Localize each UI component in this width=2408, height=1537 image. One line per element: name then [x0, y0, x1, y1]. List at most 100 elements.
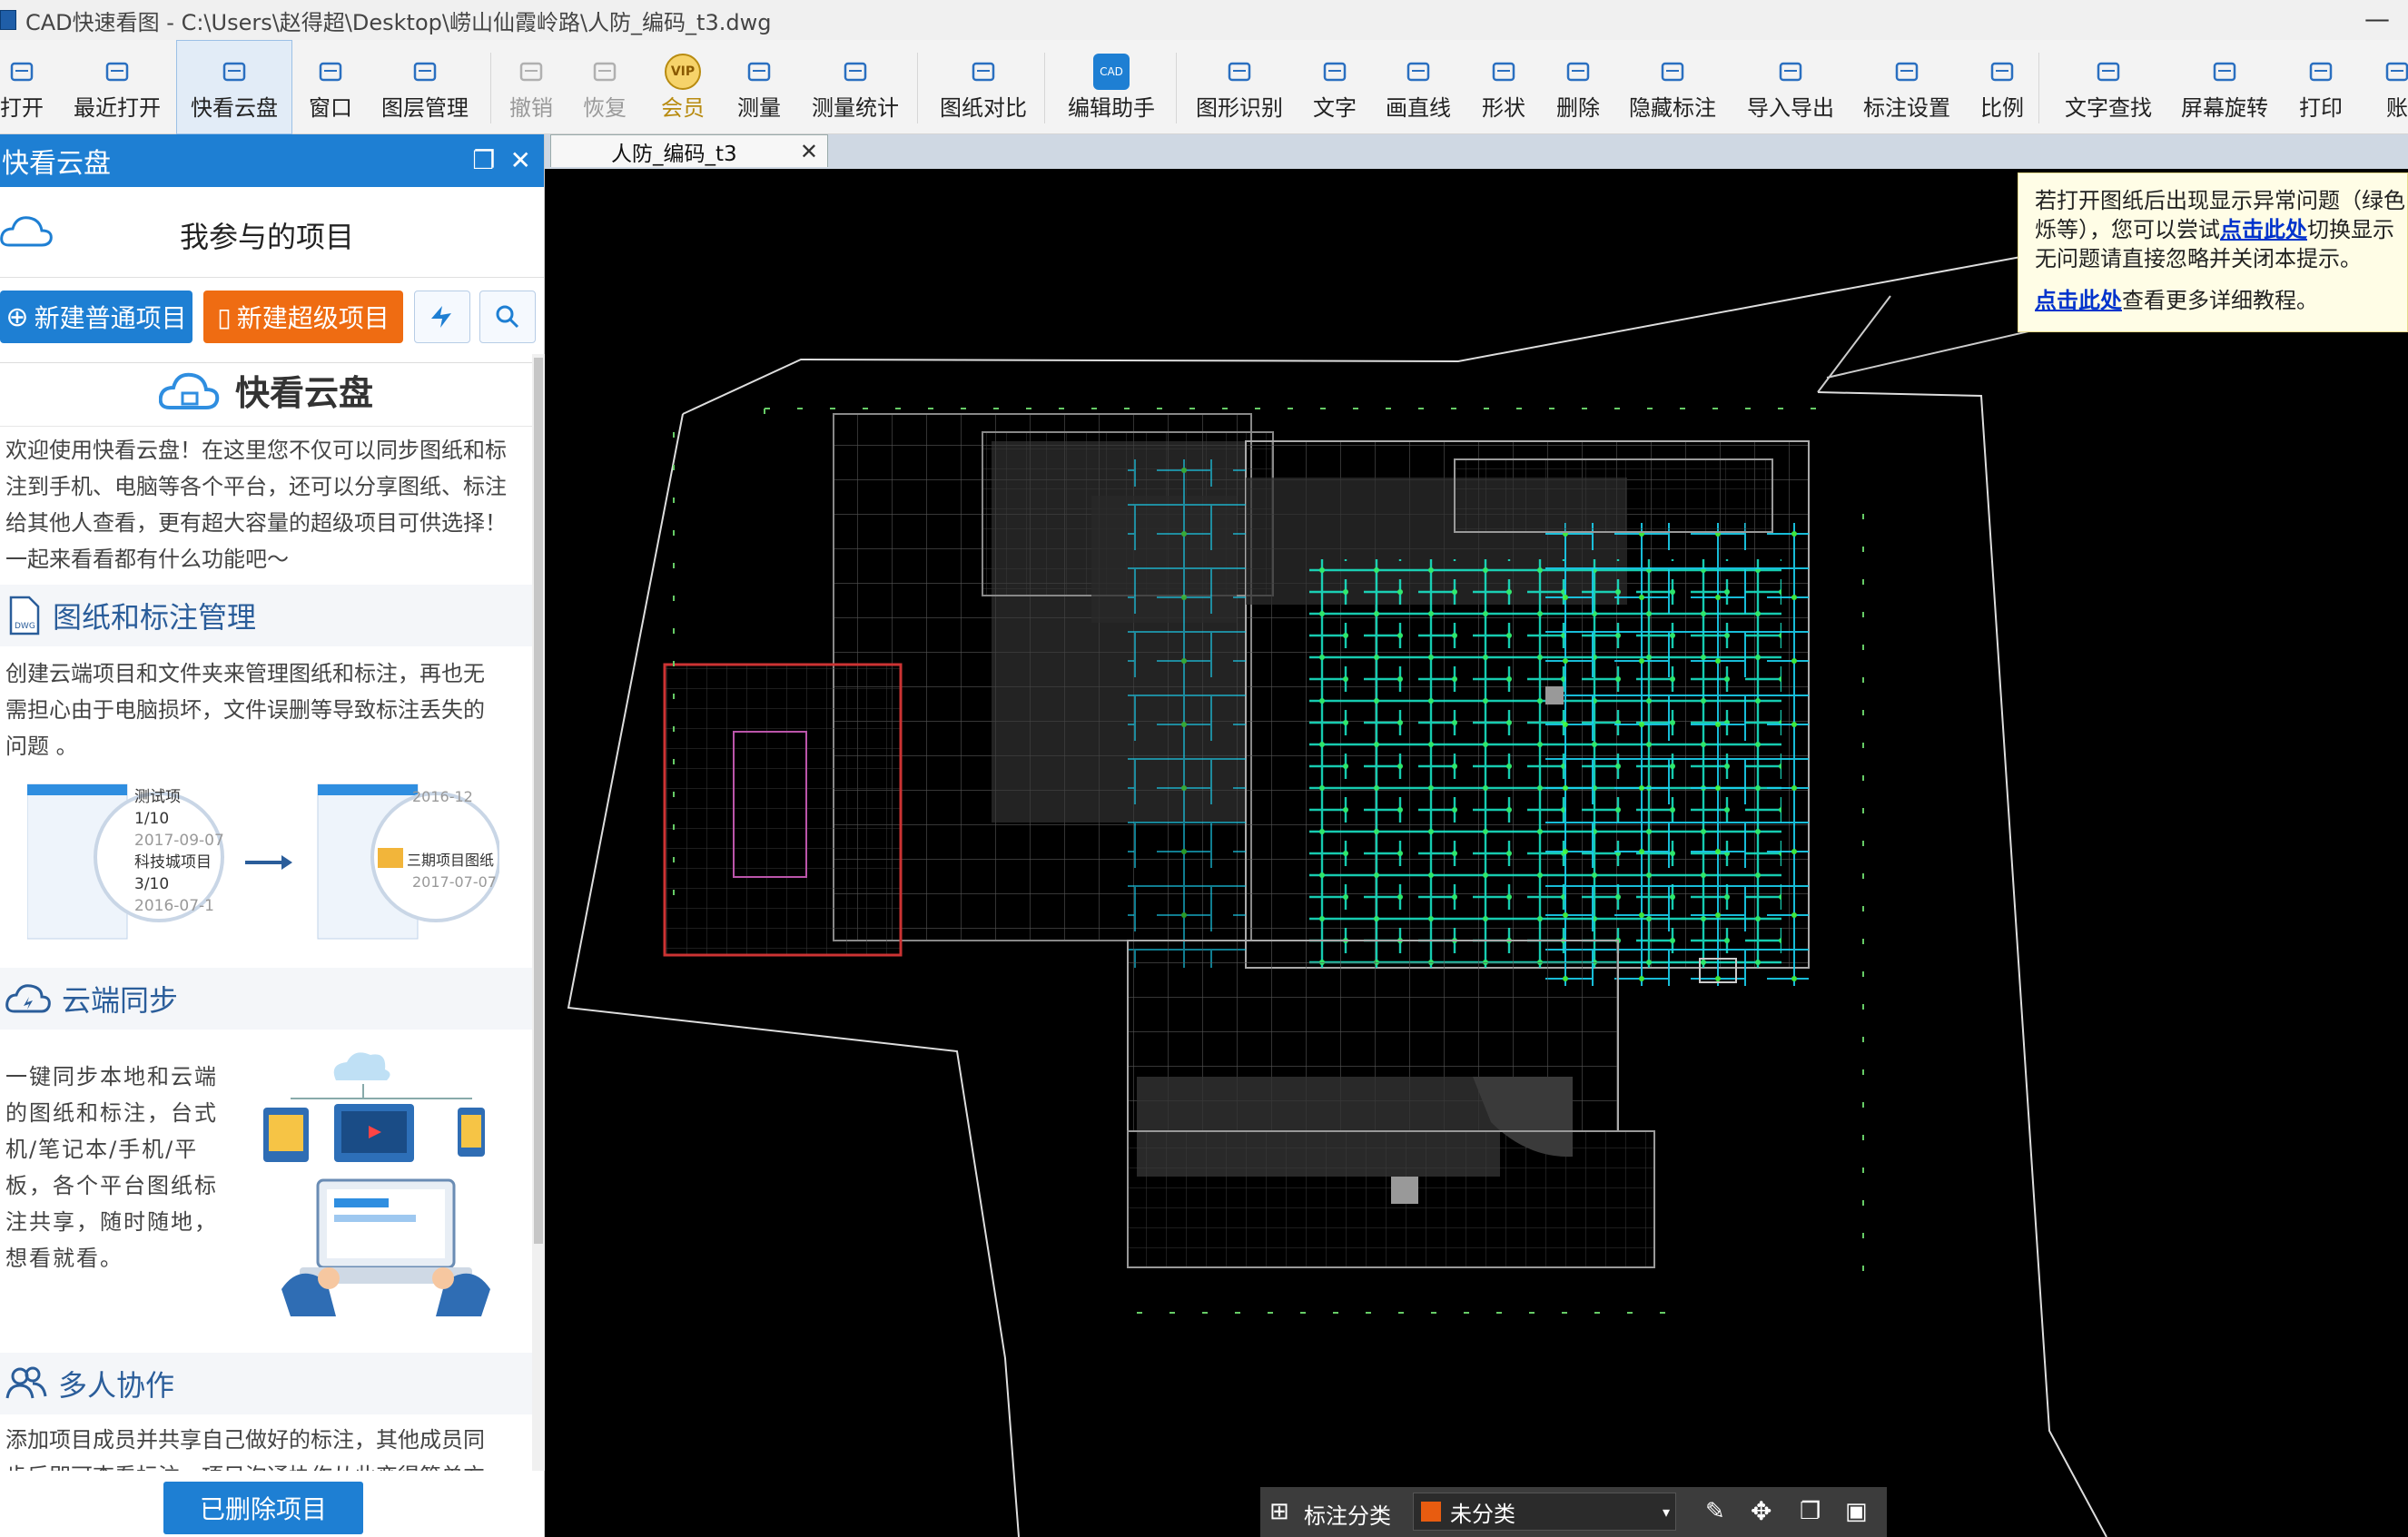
- sync-icon: [431, 306, 451, 328]
- svg-text:DWG: DWG: [15, 622, 35, 631]
- section-text: 创建云端项目和文件夹来管理图纸和标注，再也无 需担心由于电脑损坏，文件误删等导致…: [5, 655, 485, 764]
- close-icon[interactable]: ✕: [510, 145, 531, 175]
- toolbar-item-label: 快看云盘: [191, 95, 278, 121]
- project-management-illustration: 测试项 1/10 2017-09-07 科技城项目 3/10 2016-07-1…: [26, 781, 501, 944]
- projects-heading: 我参与的项目: [180, 220, 355, 254]
- redo-icon: [587, 54, 623, 89]
- toolbar-item-14[interactable]: 画直线: [1377, 40, 1459, 134]
- grid-view-icon[interactable]: ⊞: [1269, 1498, 1289, 1525]
- toolbar-item-8[interactable]: 测量: [732, 40, 786, 134]
- tab-close-icon[interactable]: ✕: [800, 139, 818, 164]
- device-sync-illustration: [263, 1052, 490, 1316]
- account-icon: [2379, 54, 2408, 89]
- toolbar-item-21[interactable]: 文字查找: [2054, 40, 2163, 134]
- section-text: 添加项目成员并共享自己做好的标注，其他成员同 步后即可查看标注，项目沟通协作从此…: [5, 1422, 485, 1471]
- toolbar-item-label: 会员: [661, 95, 705, 121]
- toolbar-item-2[interactable]: 快看云盘: [176, 40, 292, 134]
- ruler-icon: [741, 54, 777, 89]
- intro-line: 欢迎使用快看云盘！在这里您不仅可以同步图纸和标: [5, 438, 507, 463]
- drawing-canvas[interactable]: [547, 169, 2408, 1537]
- deleted-projects-button[interactable]: 已删除项目: [163, 1482, 363, 1534]
- panel-title: 快看云盘: [2, 148, 111, 180]
- intro-text: 欢迎使用快看云盘！在这里您不仅可以同步图纸和标 注到手机、电脑等各个平台，还可以…: [5, 432, 507, 577]
- scrollbar-thumb[interactable]: [534, 358, 543, 1244]
- restore-icon[interactable]: ❐: [472, 145, 495, 175]
- document-tab[interactable]: 人防_编码_t3 ✕: [550, 134, 828, 167]
- toolbar-item-9[interactable]: 测量统计: [801, 40, 910, 134]
- toolbar-item-18[interactable]: 导入导出: [1736, 40, 1845, 134]
- illus-text: 1/10: [134, 810, 170, 828]
- toolbar-item-17[interactable]: 隐藏标注: [1618, 40, 1727, 134]
- toolbar-item-23[interactable]: 打印: [2294, 40, 2348, 134]
- section-title: 图纸和标注管理: [53, 600, 257, 635]
- title-bar: CAD快速看图 - C:\Users\赵得超\Desktop\崂山仙霞岭路\人防…: [0, 0, 2408, 40]
- section-line: 机/笔记本/手机/平: [5, 1137, 199, 1162]
- notice-line: 无问题请直接忽略并关闭本提示。: [2035, 246, 2362, 271]
- toolbar-item-15[interactable]: 形状: [1476, 40, 1531, 134]
- paste-icon[interactable]: ▣: [1845, 1498, 1868, 1525]
- section-title: 云端同步: [62, 983, 179, 1018]
- section-line: 需担心由于电脑损坏，文件误删等导致标注丢失的: [5, 697, 485, 723]
- window-title: CAD快速看图 - C:\Users\赵得超\Desktop\崂山仙霞岭路\人防…: [25, 9, 772, 35]
- chevron-down-icon: ▾: [1662, 1503, 1670, 1521]
- panel-scrollbar[interactable]: [532, 354, 545, 1471]
- toolbar-item-1[interactable]: 最近打开: [63, 40, 172, 134]
- edit-icon[interactable]: ✎: [1705, 1498, 1725, 1525]
- toolbar-item-label: 编辑助手: [1068, 95, 1155, 121]
- new-normal-project-button[interactable]: ⊕ 新建普通项目: [0, 291, 192, 343]
- move-icon[interactable]: ✥: [1751, 1496, 1771, 1526]
- minimize-button[interactable]: —: [2364, 4, 2390, 34]
- toolbar-separator: [1176, 53, 1177, 123]
- toolbar-item-label: 导入导出: [1747, 95, 1834, 121]
- toolbar-item-5[interactable]: 撤销: [504, 40, 558, 134]
- switch-display-link[interactable]: 点击此处: [2220, 217, 2307, 242]
- toolbar-item-20[interactable]: 比例: [1975, 40, 2029, 134]
- cloud-intro-title-text: 快看云盘: [234, 373, 373, 413]
- cloud-sync-icon: [5, 984, 51, 1013]
- toolbar-item-label: 比例: [1980, 95, 2024, 121]
- window-icon: [312, 54, 349, 89]
- toolbar-item-7[interactable]: VIP 会员: [656, 40, 710, 134]
- toolbar-item-label: 打开: [0, 95, 44, 121]
- toolbar-item-4[interactable]: 图层管理: [370, 40, 479, 134]
- new-super-project-button[interactable]: ▯ 新建超级项目: [203, 291, 403, 343]
- copy-icon[interactable]: ❐: [1800, 1498, 1821, 1525]
- intro-line: 给其他人查看，更有超大容量的超级项目可供选择！: [5, 510, 507, 536]
- annotation-status-bar: ⊞ 标注分类 未分类 ▾ ✎ ✥ ❐ ▣: [1260, 1487, 1887, 1537]
- toolbar-item-3[interactable]: 窗口: [303, 40, 358, 134]
- new-normal-label: 新建普通项目: [34, 303, 187, 333]
- toolbar-item-label: 隐藏标注: [1629, 95, 1716, 121]
- cloud-icon: [158, 372, 220, 409]
- illus-text: 2016-12: [412, 788, 473, 805]
- annotation-category-label: 标注分类: [1304, 1503, 1391, 1529]
- plus-circle-icon: ⊕: [5, 301, 29, 333]
- section-line: 步后即可查看标注，项目沟通协作从此变得简单方: [5, 1458, 485, 1471]
- toolbar-item-12[interactable]: 图形识别: [1185, 40, 1294, 134]
- search-button[interactable]: [479, 291, 536, 343]
- hide-eye-icon: [1654, 54, 1691, 89]
- eraser-icon: [1560, 54, 1596, 89]
- layers-icon: [407, 54, 443, 89]
- toolbar-item-24[interactable]: 账: [2383, 40, 2408, 134]
- display-issue-notice: 若打开图纸后出现显示异常问题（绿色 烁等），您可以尝试点击此处切换显示 无问题请…: [2018, 172, 2408, 332]
- tutorial-link[interactable]: 点击此处: [2035, 288, 2122, 313]
- toolbar-item-6[interactable]: 恢复: [577, 40, 632, 134]
- toolbar-separator: [1044, 53, 1045, 123]
- toolbar-item-16[interactable]: 删除: [1551, 40, 1605, 134]
- toolbar-item-11[interactable]: CAD 编辑助手: [1057, 40, 1166, 134]
- sync-button[interactable]: [414, 291, 470, 343]
- toolbar-item-10[interactable]: 图纸对比: [929, 40, 1038, 134]
- toolbar-item-19[interactable]: 标注设置: [1852, 40, 1961, 134]
- toolbar-item-22[interactable]: 屏幕旋转: [2170, 40, 2279, 134]
- cad-drawing[interactable]: [547, 169, 2408, 1537]
- toolbar-item-label: 图纸对比: [940, 95, 1027, 121]
- project-buttons: ⊕ 新建普通项目 ▯ 新建超级项目: [0, 278, 544, 363]
- toolbar-item-0[interactable]: 打开: [0, 40, 49, 134]
- document-icon: ▯: [217, 301, 232, 332]
- cad-edit-icon: CAD: [1093, 54, 1130, 90]
- deleted-projects-label: 已删除项目: [199, 1494, 327, 1524]
- toolbar-item-label: 恢复: [583, 95, 627, 121]
- annotation-category-select[interactable]: 未分类 ▾: [1413, 1493, 1676, 1531]
- notice-text: 烁等），您可以尝试: [2035, 217, 2220, 242]
- toolbar-item-13[interactable]: 文字: [1308, 40, 1362, 134]
